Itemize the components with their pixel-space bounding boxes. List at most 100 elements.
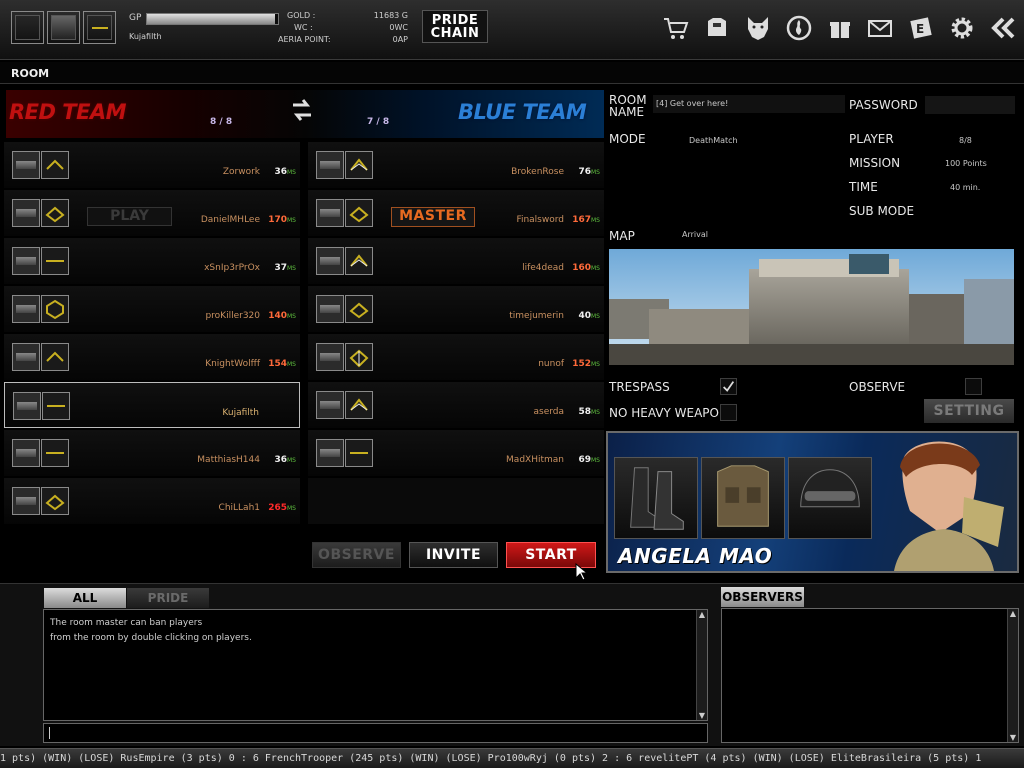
chat-log[interactable]: The room master can ban players from the… (43, 609, 708, 721)
player-emblem-icon (41, 295, 69, 323)
mode-label: MODE (609, 132, 646, 146)
rank-icon (316, 247, 344, 275)
mode-value: DeathMatch (689, 136, 738, 145)
player-row[interactable]: nunof 152MS (308, 334, 604, 380)
player-row[interactable]: timejumerin 40MS (308, 286, 604, 332)
observe-button[interactable]: OBSERVE (312, 542, 401, 568)
character-portrait (874, 437, 1014, 571)
rank-icon (12, 343, 40, 371)
wc-label: WC : (294, 23, 313, 32)
chat-input[interactable] (43, 723, 708, 743)
shop-cart-icon[interactable] (658, 10, 694, 46)
inventory-icon[interactable] (699, 10, 735, 46)
vest-item[interactable] (701, 457, 785, 539)
scroll-up-icon[interactable]: ▲ (1008, 609, 1018, 618)
ping-unit: MS (287, 457, 296, 464)
exchange-icon[interactable]: E (903, 10, 939, 46)
player-ping: 36MS (274, 455, 296, 465)
rank-slot[interactable] (47, 11, 80, 44)
player-ping: 170MS (268, 215, 296, 225)
observe-checkbox[interactable] (965, 378, 982, 395)
empty-player-row[interactable] (308, 478, 604, 524)
player-row[interactable]: MadXHitman 69MS (308, 430, 604, 476)
player-ping: 265MS (268, 503, 296, 513)
scroll-up-icon[interactable]: ▲ (697, 610, 707, 619)
observers-tab[interactable]: OBSERVERS (721, 587, 804, 607)
rank-icon (12, 247, 40, 275)
player-emblem-icon (41, 151, 69, 179)
character-name: ANGELA MAO (618, 544, 773, 568)
empty-slot-1[interactable] (11, 11, 44, 44)
observers-list[interactable]: ▲ ▼ (721, 608, 1019, 743)
player-name: BrokenRose (511, 167, 564, 177)
ping-value: 58 (578, 407, 591, 417)
rank-icon (316, 295, 344, 323)
room-name-value: [4] Get over here! (656, 99, 729, 108)
player-name: Kujafilth (129, 32, 162, 41)
observers-scrollbar[interactable]: ▲ ▼ (1007, 609, 1018, 742)
ping-unit: MS (591, 313, 600, 320)
chat-scrollbar[interactable]: ▲ ▼ (696, 610, 707, 720)
ping-value: 154 (268, 359, 287, 369)
rank-icon (316, 199, 344, 227)
pride-chain-button[interactable]: PRIDE CHAIN (422, 10, 488, 43)
mail-icon[interactable] (862, 10, 898, 46)
password-field[interactable] (925, 96, 1015, 114)
player-row[interactable]: proKiller320 140MS (4, 286, 300, 332)
gift-icon[interactable] (822, 10, 858, 46)
back-arrow-icon[interactable] (984, 10, 1020, 46)
player-row[interactable]: KnightWolfff 154MS (4, 334, 300, 380)
player-row[interactable]: aserda 58MS (308, 382, 604, 428)
tab-pride[interactable]: PRIDE (127, 588, 209, 608)
player-emblem-icon (41, 199, 69, 227)
player-ping: 154MS (268, 359, 296, 369)
rank-icon (316, 151, 344, 179)
sub-mode-label: SUB MODE (849, 204, 915, 218)
player-row[interactable]: life4dead 160MS (308, 238, 604, 284)
ping-value: 36 (274, 455, 287, 465)
swap-team-icon[interactable] (290, 95, 314, 125)
boots-item[interactable] (614, 457, 698, 539)
rank-icon (12, 151, 40, 179)
invite-button[interactable]: INVITE (409, 542, 498, 568)
emblem-icon[interactable] (781, 10, 817, 46)
room-name-field[interactable]: [4] Get over here! (653, 95, 845, 113)
player-row[interactable]: MatthiasH144 36MS (4, 430, 300, 476)
player-name: nunof (538, 359, 564, 369)
rank-icon (12, 487, 40, 515)
map-preview-image (609, 249, 1014, 365)
ping-unit: MS (591, 361, 600, 368)
player-name: xSnIp3rPrOx (204, 263, 260, 273)
no-heavy-weapon-checkbox[interactable] (720, 404, 737, 421)
ping-unit: MS (287, 265, 296, 272)
chat-line: from the room by double clicking on play… (50, 633, 252, 643)
emblem-slot[interactable] (83, 11, 116, 44)
trespass-checkbox[interactable] (720, 378, 737, 395)
ping-value: 160 (572, 263, 591, 273)
clan-wolf-icon[interactable] (740, 10, 776, 46)
character-panel[interactable]: ANGELA MAO (606, 431, 1019, 573)
trespass-label: TRESPASS (609, 380, 670, 394)
player-emblem-icon (345, 247, 373, 275)
helmet-item[interactable] (788, 457, 872, 539)
player-row[interactable]: xSnIp3rPrOx 37MS (4, 238, 300, 284)
tab-all[interactable]: ALL (44, 588, 126, 608)
aeria-value: 0AP (392, 35, 408, 44)
settings-gear-icon[interactable] (944, 10, 980, 46)
blue-team-count: 7 / 8 (367, 117, 390, 127)
rank-icon (13, 392, 41, 420)
player-name: MadXHitman (506, 455, 564, 465)
player-ping: 76MS (578, 167, 600, 177)
setting-button[interactable]: SETTING (924, 399, 1014, 423)
master-status-tag: MASTER (391, 207, 475, 227)
player-row[interactable]: Kujafilth (4, 382, 300, 428)
ping-value: 69 (578, 455, 591, 465)
scroll-down-icon[interactable]: ▼ (1008, 733, 1018, 742)
time-value: 40 min. (950, 183, 981, 192)
player-name: Zorwork (222, 167, 260, 177)
player-emblem-icon (345, 295, 373, 323)
player-row[interactable]: ChiLLah1 265MS (4, 478, 300, 524)
scroll-down-icon[interactable]: ▼ (697, 711, 707, 720)
player-row[interactable]: Zorwork 36MS (4, 142, 300, 188)
player-row[interactable]: BrokenRose 76MS (308, 142, 604, 188)
